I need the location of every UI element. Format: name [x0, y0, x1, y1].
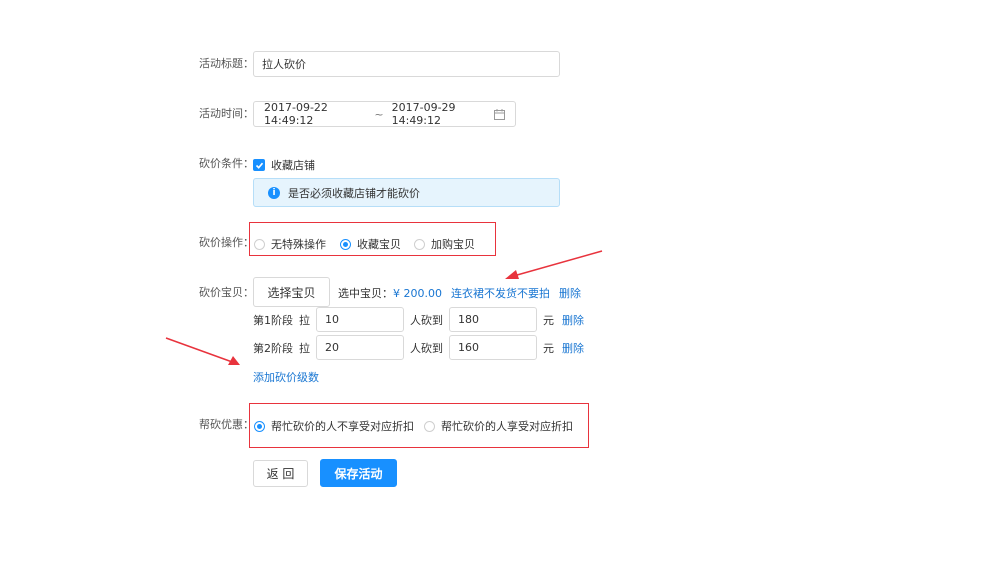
discount-option-yes[interactable]: 帮忙砍价的人享受对应折扣	[424, 418, 573, 434]
stage-price-value: 180	[458, 313, 479, 326]
arrow-line-left	[165, 337, 236, 364]
time-start: 2017-09-22 14:49:12	[264, 101, 328, 127]
condition-checkbox-row[interactable]: 收藏店铺	[253, 157, 315, 173]
condition-info-text: 是否必须收藏店铺才能砍价	[288, 186, 420, 200]
info-icon: i	[268, 186, 280, 199]
selected-item-price: ¥ 200.00	[393, 286, 442, 300]
title-input[interactable]: 拉人砍价	[253, 51, 560, 77]
selected-item-prefix: 选中宝贝：	[338, 287, 393, 300]
stage-label: 第1阶段	[253, 313, 293, 327]
stage-unit-label: 元	[543, 341, 554, 355]
add-stage-link[interactable]: 添加砍价级数	[253, 369, 319, 385]
arrow-head-right	[505, 270, 519, 279]
date-range-picker[interactable]: 2017-09-22 14:49:12 ~ 2017-09-29 14:49:1…	[253, 101, 516, 127]
stage-row: 第1阶段 拉 10 人砍到 180 元 删除	[253, 307, 584, 332]
stage-people-value: 10	[325, 313, 339, 326]
calendar-icon[interactable]	[494, 108, 505, 120]
stage-delete-link[interactable]: 删除	[562, 340, 584, 356]
discount-option-label: 帮忙砍价的人享受对应折扣	[441, 420, 573, 433]
stage-middle-label: 人砍到	[410, 341, 443, 355]
save-activity-button[interactable]: 保存活动	[320, 459, 397, 487]
selected-item-name-link[interactable]: 连衣裙不发货不要拍	[451, 285, 550, 301]
radio-icon[interactable]	[424, 420, 435, 432]
select-item-button[interactable]: 选择宝贝	[253, 277, 330, 307]
radio-selected-icon[interactable]	[254, 420, 265, 432]
time-separator: ~	[374, 107, 384, 121]
stage-people-value: 20	[325, 341, 339, 354]
stage-pull-label: 拉	[299, 313, 310, 327]
back-button[interactable]: 返 回	[253, 460, 308, 487]
delete-item-link[interactable]: 删除	[559, 285, 581, 301]
arrow-line-right	[509, 250, 603, 278]
selected-item-row: 选中宝贝： ¥ 200.00 连衣裙不发货不要拍 删除	[338, 285, 581, 301]
stage-delete-link[interactable]: 删除	[562, 312, 584, 328]
condition-checkbox-label: 收藏店铺	[271, 159, 315, 172]
stage-unit-label: 元	[543, 313, 554, 327]
stage-pull-label: 拉	[299, 341, 310, 355]
stage-price-value: 160	[458, 341, 479, 354]
stage-price-input[interactable]: 160	[449, 335, 537, 360]
discount-label: 帮砍优惠：	[199, 418, 254, 431]
stage-people-input[interactable]: 20	[316, 335, 404, 360]
time-label: 活动时间：	[199, 107, 254, 120]
condition-info-box: i 是否必须收藏店铺才能砍价	[253, 178, 560, 207]
stage-price-input[interactable]: 180	[449, 307, 537, 332]
stage-people-input[interactable]: 10	[316, 307, 404, 332]
item-label: 砍价宝贝：	[199, 286, 254, 299]
discount-option-no[interactable]: 帮忙砍价的人不享受对应折扣	[254, 418, 414, 434]
title-input-value: 拉人砍价	[262, 58, 306, 71]
discount-option-label: 帮忙砍价的人不享受对应折扣	[271, 420, 414, 433]
stage-label: 第2阶段	[253, 341, 293, 355]
stage-middle-label: 人砍到	[410, 313, 443, 327]
check-icon[interactable]	[253, 159, 265, 171]
title-label: 活动标题：	[199, 57, 254, 70]
stage-row: 第2阶段 拉 20 人砍到 160 元 删除	[253, 335, 584, 360]
time-end: 2017-09-29 14:49:12	[391, 101, 456, 127]
condition-label: 砍价条件：	[199, 157, 254, 170]
